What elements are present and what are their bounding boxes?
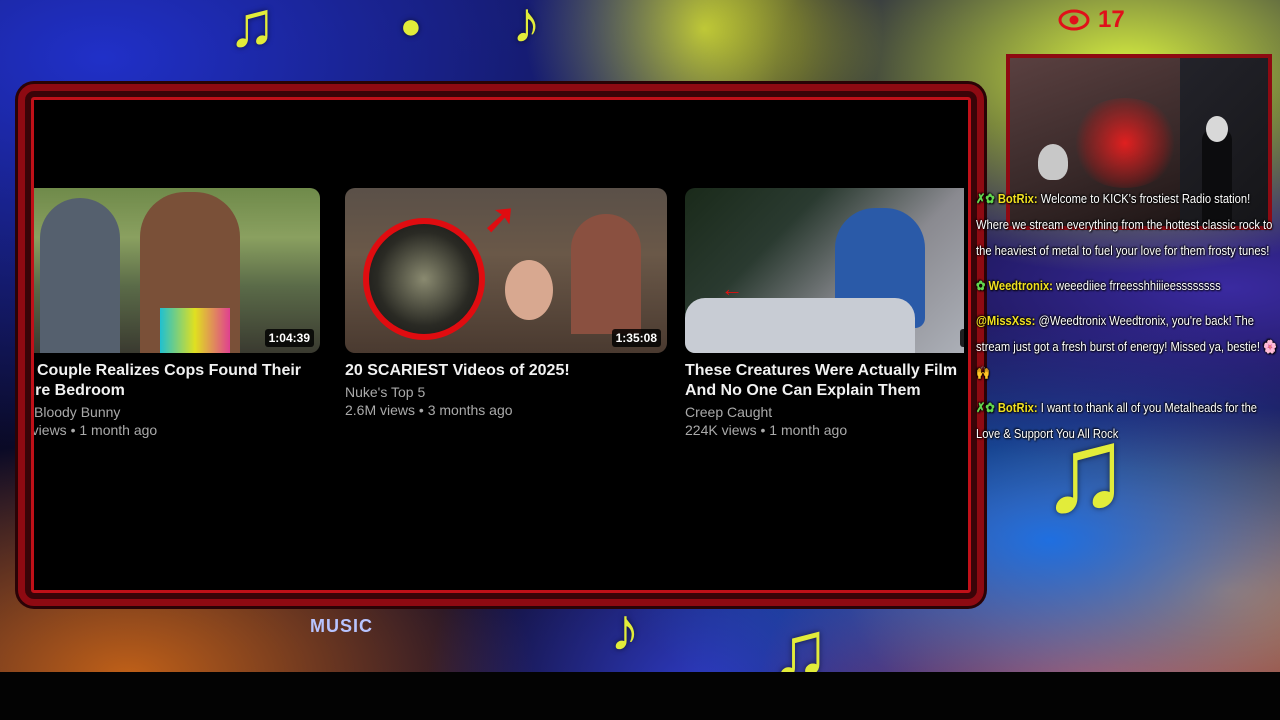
video-meta: 2.6M views • 3 months ago: [345, 402, 513, 418]
bot-badge-icon: ✗✿: [976, 400, 995, 415]
music-note-icon: ♪: [610, 596, 640, 663]
video-player[interactable]: 1:04:39 Couple Realizes Cops Found Their…: [34, 100, 964, 586]
blanket-shape: [685, 298, 915, 353]
badge-icon: ✿: [976, 278, 986, 293]
skull-icon: [1206, 116, 1228, 142]
video-thumbnail[interactable]: ➚ 1:35:08: [345, 188, 667, 353]
red-arrow-icon: ←: [721, 276, 743, 301]
highlight-circle: [363, 218, 485, 340]
chat-username[interactable]: Weedtronix:: [988, 278, 1052, 293]
viewer-count: 17: [1058, 6, 1125, 34]
chat-message: ✿ Weedtronix: weeediiee frreesshhiiieess…: [976, 273, 1277, 299]
video-card[interactable]: ➚ 1:35:08 20 SCARIEST Videos of 2025! Nu…: [345, 188, 667, 418]
skull-icon: [1038, 144, 1068, 180]
child-figure: [505, 260, 553, 320]
video-card[interactable]: ← 2: These Creatures Were Actually Film …: [685, 188, 964, 438]
video-title[interactable]: And No One Can Explain Them: [685, 381, 964, 401]
video-duration: 1:35:08: [611, 329, 661, 347]
person-silhouette: [571, 214, 641, 334]
chat-message: ✗✿ BotRix: Welcome to KICK's frostiest R…: [976, 186, 1277, 264]
video-title[interactable]: Couple Realizes Cops Found Their: [34, 361, 320, 381]
chat-username[interactable]: BotRix:: [998, 191, 1038, 206]
video-card[interactable]: 1:04:39 Couple Realizes Cops Found Their…: [34, 188, 320, 438]
eye-icon: [1058, 9, 1090, 31]
channel-name[interactable]: Creep Caught: [685, 404, 964, 420]
person-silhouette: [40, 198, 120, 353]
chat-overlay: ✗✿ BotRix: Welcome to KICK's frostiest R…: [976, 186, 1277, 456]
chat-username[interactable]: BotRix:: [998, 400, 1038, 415]
channel-name[interactable]: Nuke's Top 5: [345, 384, 667, 400]
music-note-icon: ♫: [228, 0, 276, 60]
video-duration: 1:04:39: [264, 329, 314, 347]
video-title[interactable]: ture Bedroom: [34, 381, 320, 401]
chat-text: weeediiee frreesshhiiieessssssss: [1056, 278, 1221, 293]
video-title[interactable]: 20 SCARIEST Videos of 2025!: [345, 361, 667, 381]
chat-message: @MissXss: @Weedtronix Weedtronix, you're…: [976, 308, 1277, 386]
background-music-text: MUSIC: [310, 616, 373, 636]
channel-name[interactable]: Bloody Bunny: [34, 404, 320, 420]
video-duration: 2:: [960, 329, 964, 347]
bottom-strip: [0, 672, 1280, 720]
video-meta: 4 views • 1 month ago: [34, 422, 158, 438]
music-note-icon: ●: [400, 5, 422, 46]
video-thumbnail[interactable]: ← 2:: [685, 188, 964, 353]
chat-username[interactable]: @MissXss:: [976, 313, 1035, 328]
music-note-icon: ♪: [512, 0, 541, 55]
shirt-pattern: [160, 308, 230, 353]
red-arrow-icon: ➚: [483, 197, 517, 241]
video-meta: 224K views • 1 month ago: [685, 422, 848, 438]
video-title[interactable]: These Creatures Were Actually Film: [685, 361, 964, 381]
chat-message: ✗✿ BotRix: I want to thank all of you Me…: [976, 395, 1277, 447]
red-splash: [1070, 98, 1180, 188]
video-thumbnail[interactable]: 1:04:39: [34, 188, 320, 353]
viewer-count-value: 17: [1098, 6, 1125, 33]
bot-badge-icon: ✗✿: [976, 191, 995, 206]
